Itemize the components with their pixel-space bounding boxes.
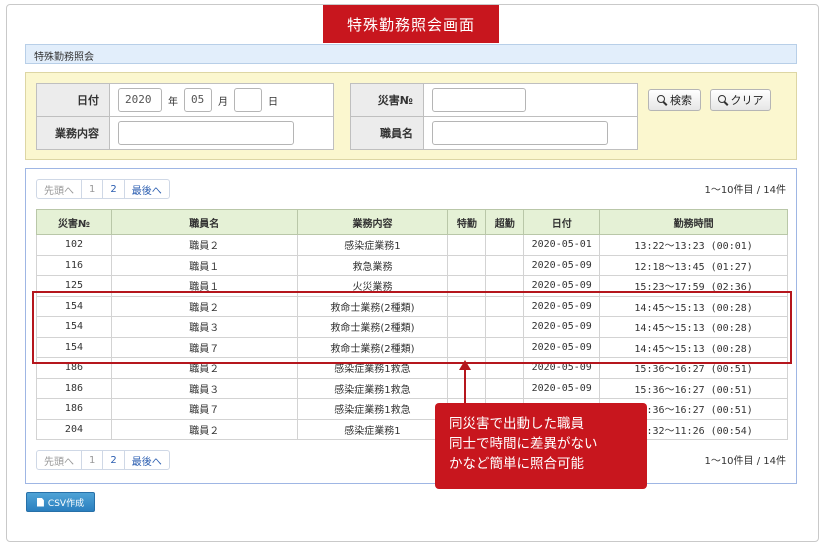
pager-page-1[interactable]: 1 bbox=[82, 180, 104, 198]
table-cell: 13:22〜13:23 (00:01) bbox=[599, 234, 788, 256]
date-label: 日付 bbox=[36, 83, 110, 117]
table-cell: 職員２ bbox=[110, 418, 298, 440]
table-cell: 職員７ bbox=[110, 398, 298, 420]
table-cell: 感染症業務1 bbox=[296, 234, 449, 256]
table-cell bbox=[485, 234, 525, 256]
day-input[interactable] bbox=[234, 88, 262, 112]
pager-last[interactable]: 最後へ bbox=[125, 180, 169, 198]
callout-line-1: 同災害で出動した職員 bbox=[449, 416, 584, 432]
disaster-no-label: 災害№ bbox=[350, 83, 424, 117]
col-special-duty: 特勤 bbox=[447, 209, 487, 235]
month-input[interactable]: 05 bbox=[184, 88, 212, 112]
callout-line-2: 同士で時間に差異がない bbox=[449, 436, 598, 452]
col-work-time: 勤務時間 bbox=[599, 209, 788, 235]
table-cell bbox=[447, 234, 487, 256]
table-cell: 職員１ bbox=[110, 254, 298, 276]
callout-note: 同災害で出動した職員 同士で時間に差異がない かなど簡単に照合可能 bbox=[435, 403, 647, 489]
callout-arrow-icon bbox=[459, 360, 471, 370]
staff-name-label: 職員名 bbox=[350, 116, 424, 150]
work-content-label: 業務内容 bbox=[36, 116, 110, 150]
table-cell: 感染症業務1救急 bbox=[296, 377, 449, 399]
pager-first[interactable]: 先頭へ bbox=[37, 451, 82, 469]
search-form: 日付 2020 年 05 月 日 災害№ 業務内容 職員名 bbox=[36, 83, 638, 150]
col-date: 日付 bbox=[523, 209, 601, 235]
table-cell: 102 bbox=[36, 234, 112, 256]
table-row: 116 職員１ 救急業務 2020-05-09 12:18〜13:45 (01:27) bbox=[36, 254, 788, 276]
pagination-bottom: 先頭へ 1 2 最後へ bbox=[36, 450, 170, 470]
year-input[interactable]: 2020 bbox=[118, 88, 162, 112]
table-row: 204職員２感染症業務12020-05-0910:32〜11:26 (00:54… bbox=[36, 418, 788, 440]
day-unit: 日 bbox=[268, 96, 278, 108]
highlight-frame bbox=[32, 291, 792, 364]
table-cell: 186 bbox=[36, 398, 112, 420]
table-cell: 2020-05-01 bbox=[523, 234, 601, 256]
table-row: 186職員７感染症業務1救急2020-05-0915:36〜16:27 (00:… bbox=[36, 398, 788, 420]
table-row: 102 職員２ 感染症業務1 2020-05-01 13:22〜13:23 (00:01… bbox=[36, 234, 788, 256]
table-cell: 15:36〜16:27 (00:51) bbox=[599, 377, 788, 399]
table-cell: 2020-05-09 bbox=[523, 377, 601, 399]
work-content-input[interactable] bbox=[118, 121, 294, 145]
table-cell bbox=[485, 254, 525, 276]
col-work-content: 業務内容 bbox=[296, 209, 449, 235]
pager-page-2[interactable]: 2 bbox=[103, 451, 125, 469]
table-cell bbox=[447, 254, 487, 276]
callout-connector bbox=[464, 364, 466, 404]
col-staff-name: 職員名 bbox=[110, 209, 298, 235]
clear-button-label: クリア bbox=[730, 94, 764, 107]
table-cell: 116 bbox=[36, 254, 112, 276]
document-icon bbox=[36, 497, 44, 507]
clear-button[interactable]: クリア bbox=[710, 89, 771, 111]
col-overtime: 超勤 bbox=[485, 209, 525, 235]
page-title-banner: 特殊勤務照会画面 bbox=[323, 5, 499, 43]
section-header: 特殊勤務照会 bbox=[25, 44, 797, 64]
search-button-label: 検索 bbox=[670, 94, 692, 107]
pager-last[interactable]: 最後へ bbox=[125, 451, 169, 469]
search-icon bbox=[657, 95, 667, 105]
col-disaster-no: 災害№ bbox=[36, 209, 112, 235]
table-cell: 感染症業務1 bbox=[296, 418, 449, 440]
pager-first[interactable]: 先頭へ bbox=[37, 180, 82, 198]
callout-line-3: かなど簡単に照合可能 bbox=[449, 456, 584, 472]
csv-button-label: CSV作成 bbox=[47, 498, 85, 509]
table-cell: 職員３ bbox=[110, 377, 298, 399]
pager-page-2[interactable]: 2 bbox=[103, 180, 125, 198]
table-cell bbox=[447, 377, 487, 399]
csv-export-button[interactable]: CSV作成 bbox=[26, 492, 95, 512]
year-unit: 年 bbox=[168, 96, 178, 108]
table-cell: 2020-05-09 bbox=[523, 254, 601, 276]
table-cell bbox=[485, 377, 525, 399]
table-header-row: 災害№ 職員名 業務内容 特勤 超勤 日付 勤務時間 bbox=[36, 209, 788, 235]
month-unit: 月 bbox=[218, 96, 228, 108]
staff-name-input[interactable] bbox=[432, 121, 608, 145]
search-button[interactable]: 検索 bbox=[648, 89, 701, 111]
table-cell: 職員２ bbox=[110, 234, 298, 256]
pagination-top: 先頭へ 1 2 最後へ bbox=[36, 179, 170, 199]
table-cell: 救急業務 bbox=[296, 254, 449, 276]
table-cell: 204 bbox=[36, 418, 112, 440]
table-cell: 186 bbox=[36, 377, 112, 399]
search-panel: 日付 2020 年 05 月 日 災害№ 業務内容 職員名 検索 クリア bbox=[25, 72, 797, 160]
disaster-no-input[interactable] bbox=[432, 88, 526, 112]
result-count-bottom: 1〜10件目 / 14件 bbox=[704, 456, 786, 467]
table-row: 186 職員３ 感染症業務1救急 2020-05-09 15:36〜16:27 (00:… bbox=[36, 377, 788, 399]
search-icon bbox=[717, 95, 728, 105]
result-count-top: 1〜10件目 / 14件 bbox=[704, 185, 786, 196]
table-cell: 感染症業務1救急 bbox=[296, 398, 449, 420]
pager-page-1[interactable]: 1 bbox=[82, 451, 104, 469]
table-cell: 12:18〜13:45 (01:27) bbox=[599, 254, 788, 276]
